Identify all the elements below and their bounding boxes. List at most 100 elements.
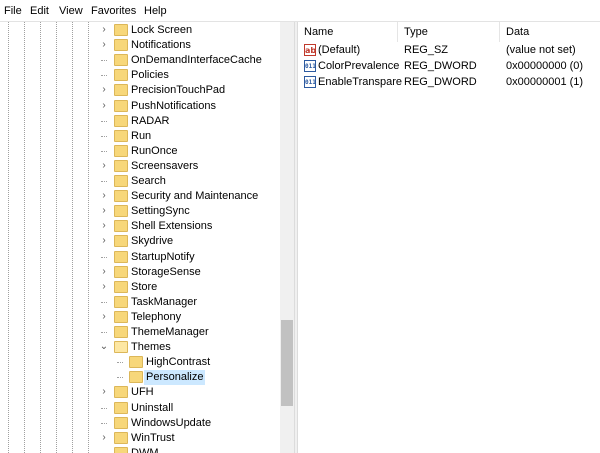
chevron-right-icon[interactable]: ›	[98, 190, 110, 202]
tree-item-label[interactable]: Search	[129, 174, 168, 189]
tree-item-label[interactable]: Store	[129, 280, 159, 295]
tree-item[interactable]: › PrecisionTouchPad	[0, 83, 280, 98]
folder-icon	[114, 84, 128, 97]
value-row[interactable]: 011 EnableTranspare... REG_DWORD 0x00000001…	[298, 75, 600, 90]
chevron-right-icon[interactable]: ›	[98, 281, 110, 293]
tree-item[interactable]: RADAR	[0, 114, 280, 129]
tree-item[interactable]: TaskManager	[0, 295, 280, 310]
folder-icon	[114, 265, 128, 278]
tree-item-label[interactable]: DWM	[129, 446, 161, 453]
value-data: (value not set)	[506, 44, 576, 56]
tree-item[interactable]: StartupNotify	[0, 250, 280, 265]
chevron-right-icon[interactable]: ›	[98, 39, 110, 51]
tree-item[interactable]: › StorageSense	[0, 265, 280, 280]
tree-item[interactable]: › UFH	[0, 385, 280, 400]
menu-file[interactable]: File	[4, 5, 22, 17]
chevron-right-icon[interactable]: ›	[98, 84, 110, 96]
chevron-right-icon[interactable]: ›	[98, 266, 110, 278]
chevron-right-icon[interactable]: ›	[98, 386, 110, 398]
tree-item-label[interactable]: ThemeManager	[129, 325, 211, 340]
tree-item-label[interactable]: Uninstall	[129, 401, 175, 416]
chevron-down-icon[interactable]: ⌄	[98, 341, 110, 353]
tree-item-label[interactable]: Screensavers	[129, 159, 200, 174]
scrollbar-thumb[interactable]	[281, 320, 293, 406]
tree-scrollbar[interactable]	[280, 22, 294, 453]
folder-icon	[114, 386, 128, 399]
tree-item[interactable]: WindowsUpdate	[0, 416, 280, 431]
tree-item-label[interactable]: RADAR	[129, 114, 172, 129]
tree-item[interactable]: › Security and Maintenance	[0, 189, 280, 204]
tree-connector	[101, 256, 107, 258]
tree-item-label[interactable]: PushNotifications	[129, 99, 218, 114]
menu-help[interactable]: Help	[144, 5, 167, 17]
menu-favorites[interactable]: Favorites	[91, 5, 136, 17]
tree-item[interactable]: › Lock Screen	[0, 23, 280, 38]
tree-item-label[interactable]: RunOnce	[129, 144, 179, 159]
chevron-right-icon[interactable]: ›	[98, 160, 110, 172]
tree-item[interactable]: Search	[0, 174, 280, 189]
tree-item[interactable]: › Shell Extensions	[0, 219, 280, 234]
tree-item[interactable]: › WinTrust	[0, 431, 280, 446]
tree-item[interactable]: Uninstall	[0, 401, 280, 416]
chevron-right-icon[interactable]: ›	[98, 220, 110, 232]
tree-item-label[interactable]: OnDemandInterfaceCache	[129, 53, 264, 68]
tree-item-label[interactable]: SettingSync	[129, 204, 192, 219]
chevron-right-icon[interactable]: ›	[98, 311, 110, 323]
tree-item[interactable]: RunOnce	[0, 144, 280, 159]
chevron-right-icon[interactable]: ›	[98, 205, 110, 217]
value-row[interactable]: ab (Default) REG_SZ (value not set)	[298, 43, 600, 58]
tree-item[interactable]: ⌄ Themes	[0, 340, 280, 355]
tree-item[interactable]: ThemeManager	[0, 325, 280, 340]
tree-item-label[interactable]: WinTrust	[129, 431, 177, 446]
tree-item-label[interactable]: Telephony	[129, 310, 183, 325]
tree-item-label[interactable]: PrecisionTouchPad	[129, 83, 227, 98]
tree-item-label[interactable]: UFH	[129, 385, 156, 400]
tree-connector	[101, 120, 107, 122]
tree-item-label[interactable]: Policies	[129, 68, 171, 83]
menu-view[interactable]: View	[59, 5, 83, 17]
tree-item-label[interactable]: Shell Extensions	[129, 219, 214, 234]
tree-item[interactable]: › Telephony	[0, 310, 280, 325]
tree-item-label[interactable]: HighContrast	[144, 355, 212, 370]
menu-edit[interactable]: Edit	[30, 5, 49, 17]
folder-icon	[114, 144, 128, 157]
chevron-right-icon[interactable]: ›	[98, 100, 110, 112]
tree-item[interactable]: › Screensavers	[0, 159, 280, 174]
tree-item-label[interactable]: StartupNotify	[129, 250, 197, 265]
folder-icon	[114, 250, 128, 263]
tree-connector	[101, 60, 107, 62]
tree-item[interactable]: Run	[0, 129, 280, 144]
tree-item-label[interactable]: Personalize	[144, 370, 206, 386]
folder-icon	[114, 235, 128, 248]
tree-item-label[interactable]: TaskManager	[129, 295, 199, 310]
values-list[interactable]: Name Type Data ab (Default) REG_SZ (value n…	[298, 22, 600, 453]
tree-item[interactable]: › Store	[0, 280, 280, 295]
registry-tree[interactable]: › Lock Screen › Notifications OnDemandInterf…	[0, 22, 294, 453]
value-row[interactable]: 011 ColorPrevalence REG_DWORD 0x00000000 (0…	[298, 59, 600, 74]
chevron-right-icon[interactable]: ›	[98, 24, 110, 36]
tree-item[interactable]: DWM	[0, 446, 280, 453]
folder-icon	[114, 99, 128, 112]
tree-item[interactable]: OnDemandInterfaceCache	[0, 53, 280, 68]
chevron-right-icon[interactable]: ›	[98, 432, 110, 444]
column-header-data[interactable]: Data	[500, 22, 600, 42]
tree-item[interactable]: › Notifications	[0, 38, 280, 53]
tree-item[interactable]: HighContrast	[0, 355, 280, 370]
tree-item-label[interactable]: Notifications	[129, 38, 193, 53]
tree-item-label[interactable]: Lock Screen	[129, 23, 194, 38]
tree-item-label[interactable]: Run	[129, 129, 153, 144]
tree-item-label[interactable]: StorageSense	[129, 265, 203, 280]
column-header-type[interactable]: Type	[398, 22, 500, 42]
chevron-right-icon[interactable]: ›	[98, 235, 110, 247]
tree-item[interactable]: › Skydrive	[0, 234, 280, 249]
tree-connector	[117, 362, 123, 364]
tree-item[interactable]: Policies	[0, 68, 280, 83]
tree-item[interactable]: Personalize	[0, 370, 280, 386]
column-header-name[interactable]: Name	[298, 22, 398, 42]
tree-item-label[interactable]: Themes	[129, 340, 173, 355]
tree-item[interactable]: › SettingSync	[0, 204, 280, 219]
tree-item[interactable]: › PushNotifications	[0, 99, 280, 114]
tree-item-label[interactable]: Security and Maintenance	[129, 189, 260, 204]
tree-item-label[interactable]: WindowsUpdate	[129, 416, 213, 431]
tree-item-label[interactable]: Skydrive	[129, 234, 175, 249]
